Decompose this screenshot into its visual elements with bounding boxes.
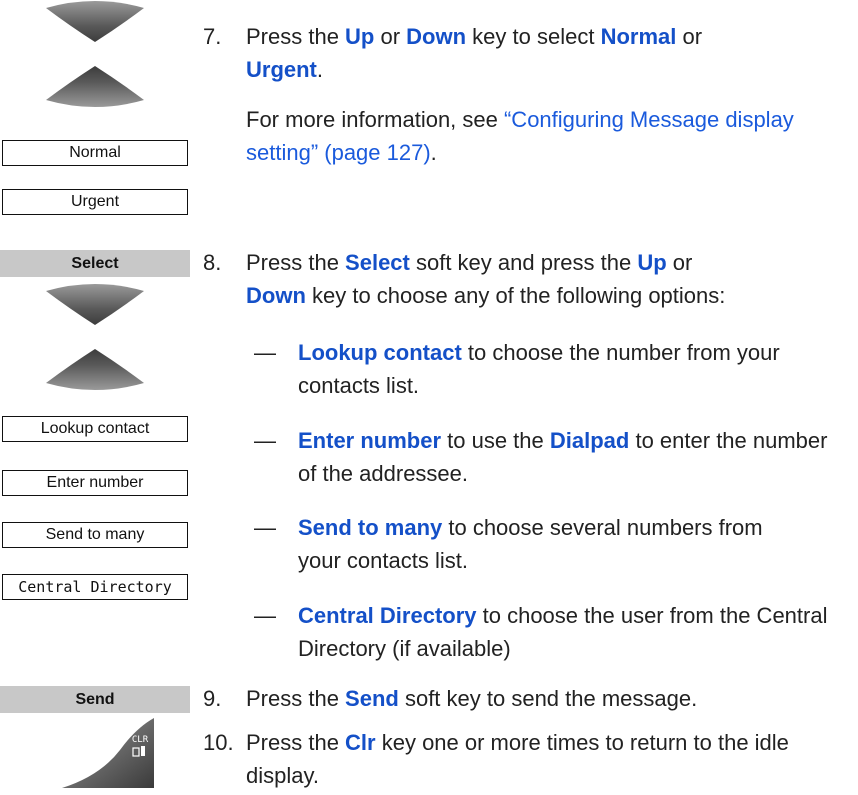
bullet-dash: —: [254, 340, 276, 365]
step-number: 8.: [203, 250, 222, 275]
display-urgent-box: Urgent: [2, 189, 188, 215]
navigation-key-icon: [46, 284, 144, 390]
option-central-directory: Central Directory to choose the user fro…: [298, 603, 828, 661]
step-7-info: For more information, see “Configuring M…: [246, 107, 794, 165]
display-central-directory-box: Central Directory: [2, 574, 188, 600]
display-lookup-contact-box: Lookup contact: [2, 416, 188, 442]
select-key-label: Select: [345, 250, 410, 275]
bullet-dash: —: [254, 428, 276, 453]
step-8-text: Press the Select soft key and press the …: [246, 250, 726, 308]
clr-key-text: CLR: [132, 735, 149, 745]
step-10-text: Press the Clr key one or more times to r…: [246, 730, 789, 788]
option-send-to-many: Send to many to choose several numbers f…: [298, 515, 763, 573]
step-number: 7.: [203, 24, 222, 49]
normal-label: Normal: [600, 24, 677, 49]
clr-key-label: Clr: [345, 730, 376, 755]
display-send-to-many-box: Send to many: [2, 522, 188, 548]
step-number: 9.: [203, 686, 222, 711]
navigation-key-icon: [46, 1, 144, 107]
send-softkey: Send: [0, 686, 190, 713]
display-enter-number-box: Enter number: [2, 470, 188, 496]
up-key-label: Up: [637, 250, 667, 275]
step-number: 10.: [203, 730, 234, 755]
select-softkey: Select: [0, 250, 190, 277]
clr-key-icon: CLR: [62, 718, 154, 788]
send-key-label: Send: [345, 686, 399, 711]
down-key-label: Down: [246, 283, 306, 308]
step-7-text: Press the Up or Down key to select Norma…: [246, 24, 703, 82]
bullet-dash: —: [254, 515, 276, 540]
up-key-label: Up: [345, 24, 375, 49]
down-key-label: Down: [406, 24, 467, 49]
step-9-text: Press the Send soft key to send the mess…: [246, 686, 698, 711]
display-normal-box: Normal: [2, 140, 188, 166]
urgent-label: Urgent: [246, 57, 317, 82]
bullet-dash: —: [254, 603, 276, 628]
option-enter-number: Enter number to use the Dialpad to enter…: [298, 428, 828, 486]
option-lookup-contact: Lookup contact to choose the number from…: [298, 340, 780, 398]
